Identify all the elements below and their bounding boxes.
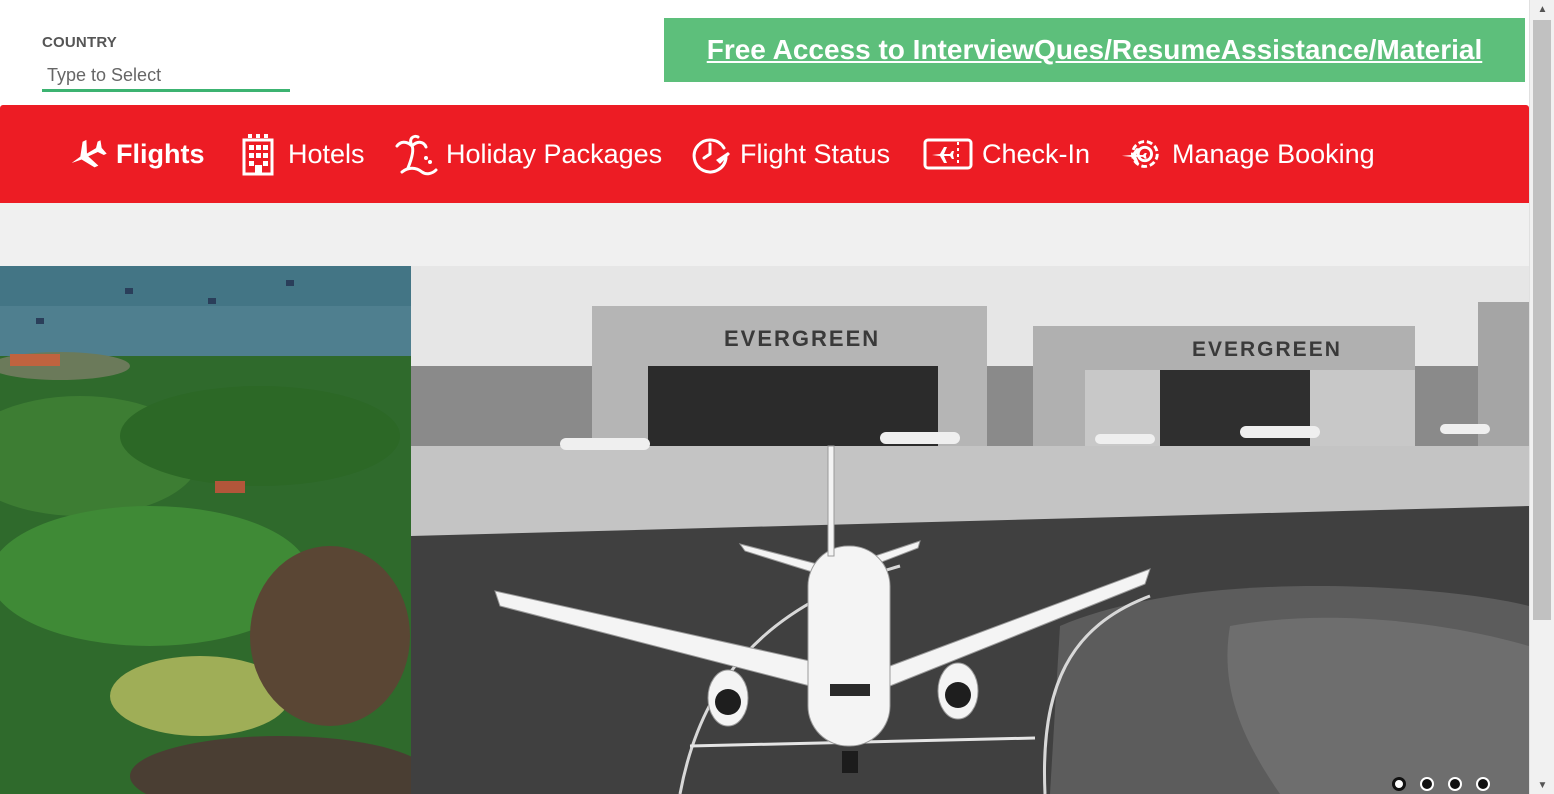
ticket-plane-icon [922, 132, 974, 176]
nav-item-flights[interactable]: Flights [64, 105, 205, 203]
promo-banner: Free Access to InterviewQues/ResumeAssis… [664, 18, 1525, 82]
gear-plane-icon [1120, 132, 1164, 176]
country-label: COUNTRY [42, 34, 118, 51]
nav-label: Hotels [288, 138, 365, 169]
nav-item-manage-booking[interactable]: Manage Booking [1120, 105, 1375, 203]
nav-label: Holiday Packages [446, 138, 663, 169]
spacer-strip [0, 203, 1529, 266]
carousel-dot-3[interactable] [1448, 777, 1462, 791]
nav-label: Flights [116, 138, 205, 169]
nav-item-holiday-packages[interactable]: Holiday Packages [394, 105, 662, 203]
nav-item-hotels[interactable]: Hotels [236, 105, 365, 203]
hero-carousel: EVERGREEN EVERGREEN [0, 266, 1529, 794]
carousel-dot-2[interactable] [1420, 777, 1434, 791]
nav-item-check-in[interactable]: Check-In [922, 105, 1090, 203]
main-nav: Flights Hotels Holiday Packages Flight S… [0, 105, 1529, 203]
clock-plane-icon [688, 132, 732, 176]
promo-link[interactable]: Free Access to InterviewQues/ResumeAssis… [707, 34, 1483, 66]
nav-label: Flight Status [740, 138, 891, 169]
airplane-icon [64, 132, 108, 176]
nav-item-flight-status[interactable]: Flight Status [688, 105, 890, 203]
palm-tree-icon [394, 132, 438, 176]
nav-label: Check-In [982, 138, 1091, 169]
country-input[interactable] [42, 62, 290, 92]
vertical-scrollbar[interactable]: ▲ ▼ [1529, 0, 1554, 794]
scroll-up-arrow-icon[interactable]: ▲ [1530, 0, 1554, 18]
carousel-dot-1[interactable] [1392, 777, 1406, 791]
carousel-dots [1392, 777, 1490, 791]
hero-image: EVERGREEN EVERGREEN [0, 266, 1529, 794]
page: COUNTRY Free Access to InterviewQues/Res… [0, 0, 1554, 794]
hangar-sign-2: EVERGREEN [1192, 338, 1342, 361]
carousel-dot-4[interactable] [1476, 777, 1490, 791]
scroll-thumb[interactable] [1533, 20, 1551, 620]
hangar-sign: EVERGREEN [724, 326, 880, 351]
scroll-down-arrow-icon[interactable]: ▼ [1530, 776, 1554, 794]
nav-label: Manage Booking [1172, 138, 1375, 169]
country-selector: COUNTRY [42, 34, 290, 92]
hotel-building-icon [236, 132, 280, 176]
